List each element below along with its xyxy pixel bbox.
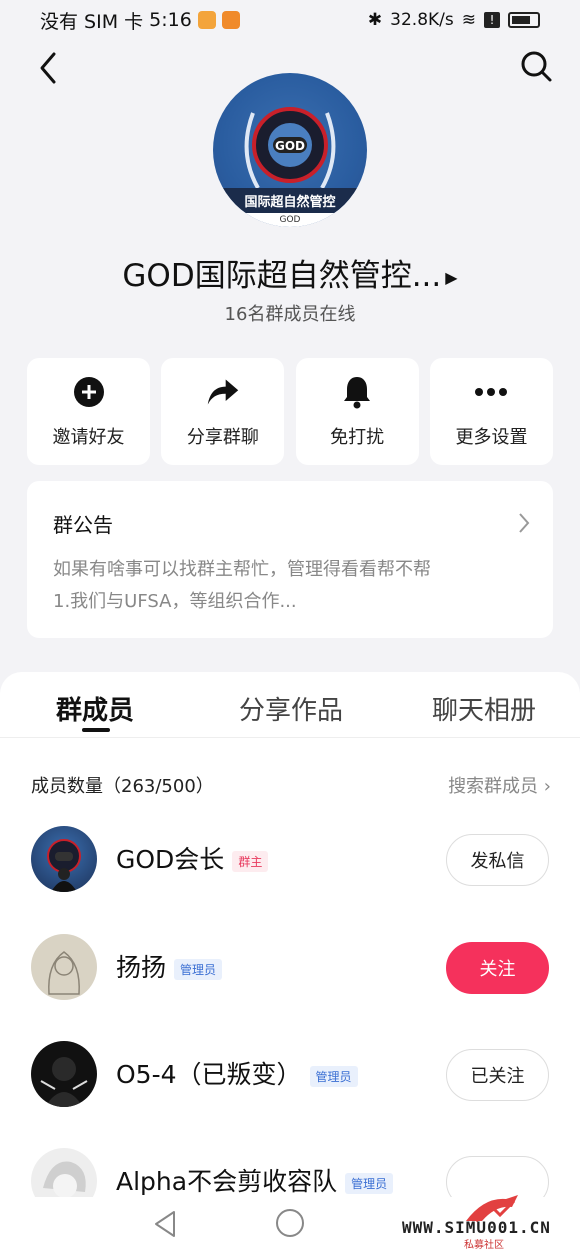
admin-badge: 管理员 — [309, 1065, 358, 1087]
admin-badge: 管理员 — [174, 958, 223, 980]
clock: 5:16 — [149, 9, 192, 31]
nav-back-triangle-icon[interactable] — [152, 1209, 180, 1239]
member-count-header: 成员数量（263/500） 搜索群成员 › — [31, 772, 551, 798]
site-watermark: WWW.SIMU001.CN 私募社区 — [402, 1191, 572, 1251]
share-arrow-icon — [206, 375, 240, 409]
plus-circle-icon — [72, 375, 106, 409]
avatar-banner: 国际超自然管控 — [213, 188, 367, 213]
group-announcement-card[interactable]: 群公告 如果有啥事可以找群主帮忙，管理得看看帮不帮 1.我们与UFSA，等组织合… — [27, 481, 553, 638]
member-name: 扬扬 管理员 — [116, 948, 223, 984]
nav-home-circle-icon[interactable] — [276, 1209, 304, 1237]
back-button[interactable] — [34, 50, 66, 86]
do-not-disturb-button[interactable]: 免打扰 — [295, 358, 419, 465]
status-bar: 没有 SIM 卡 5:16 ✱ 32.8K/s ≋ ! — [0, 0, 580, 40]
share-group-label: 分享群聊 — [186, 426, 259, 448]
video-app-notification-icon — [221, 11, 240, 29]
group-name[interactable]: GOD国际超自然管控... ▶ — [0, 250, 580, 295]
watermark-subtext: 私募社区 — [464, 1240, 504, 1251]
announcement-line-2: 1.我们与UFSA，等组织合作... — [53, 591, 297, 612]
member-row[interactable]: 扬扬 管理员 关注 — [0, 934, 580, 1014]
share-group-button[interactable]: 分享群聊 — [161, 358, 285, 465]
invite-friends-button[interactable]: 邀请好友 — [27, 358, 150, 465]
admin-badge: 管理员 — [345, 1172, 394, 1194]
members-panel: 群成员 分享作品 聊天相册 成员数量（263/500） 搜索群成员 › GOD会… — [0, 672, 580, 1257]
group-name-text: GOD国际超自然管控... — [122, 258, 442, 294]
svg-text:GOD: GOD — [275, 139, 305, 153]
more-dots-icon — [474, 375, 508, 409]
member-name: Alpha不会剪收容队 管理员 — [116, 1162, 394, 1198]
avatar-subtitle: GOD — [213, 213, 367, 227]
chevron-left-icon — [40, 52, 56, 84]
tab-bar: 群成员 分享作品 聊天相册 — [0, 672, 580, 738]
carrier-text: 没有 SIM 卡 — [40, 10, 144, 33]
bell-icon — [340, 375, 374, 409]
tab-chat-album[interactable]: 聊天相册 — [432, 690, 536, 727]
owner-badge: 群主 — [232, 850, 269, 872]
search-icon — [521, 51, 552, 82]
battery-icon — [508, 12, 540, 28]
online-count: 16名群成员在线 — [224, 304, 356, 325]
network-speed: 32.8K/s — [390, 10, 454, 30]
chevron-right-icon — [519, 513, 530, 533]
follow-button[interactable]: 关注 — [446, 942, 549, 994]
tab-shared-works[interactable]: 分享作品 — [239, 690, 343, 727]
member-avatar[interactable] — [31, 1041, 97, 1107]
member-row[interactable]: GOD会长 群主 发私信 — [0, 826, 580, 906]
member-name: GOD会长 群主 — [116, 840, 269, 876]
active-tab-indicator — [82, 728, 110, 732]
app-notification-icon — [197, 11, 216, 29]
alert-icon: ! — [484, 12, 500, 28]
member-name: O5-4（已叛变） 管理员 — [116, 1055, 358, 1091]
send-message-button[interactable]: 发私信 — [446, 834, 549, 886]
member-row[interactable]: O5-4（已叛变） 管理员 已关注 — [0, 1041, 580, 1121]
member-avatar[interactable] — [31, 826, 97, 892]
following-button[interactable]: 已关注 — [446, 1049, 549, 1101]
announcement-line-1: 如果有啥事可以找群主帮忙，管理得看看帮不帮 — [53, 559, 431, 580]
member-avatar[interactable] — [31, 934, 97, 1000]
tab-members[interactable]: 群成员 — [56, 690, 134, 727]
action-row: 邀请好友 分享群聊 免打扰 更多设置 — [27, 358, 553, 465]
more-settings-button[interactable]: 更多设置 — [429, 358, 553, 465]
more-settings-label: 更多设置 — [455, 426, 528, 448]
chevron-right-icon: › — [543, 776, 551, 797]
bluetooth-icon: ✱ — [367, 10, 383, 30]
invite-friends-label: 邀请好友 — [52, 426, 125, 448]
search-members-link[interactable]: 搜索群成员 › — [448, 772, 551, 798]
watermark-text: WWW.SIMU001.CN — [402, 1218, 551, 1237]
member-count: 成员数量（263/500） — [31, 776, 214, 797]
search-button[interactable] — [518, 48, 554, 84]
group-avatar[interactable]: GOD 国际超自然管控 GOD — [213, 73, 367, 227]
announcement-title: 群公告 — [53, 513, 113, 537]
wifi-icon: ≋ — [461, 10, 476, 30]
do-not-disturb-label: 免打扰 — [330, 426, 385, 448]
caret-right-icon: ▶ — [445, 268, 458, 287]
search-members-label: 搜索群成员 — [448, 776, 539, 797]
